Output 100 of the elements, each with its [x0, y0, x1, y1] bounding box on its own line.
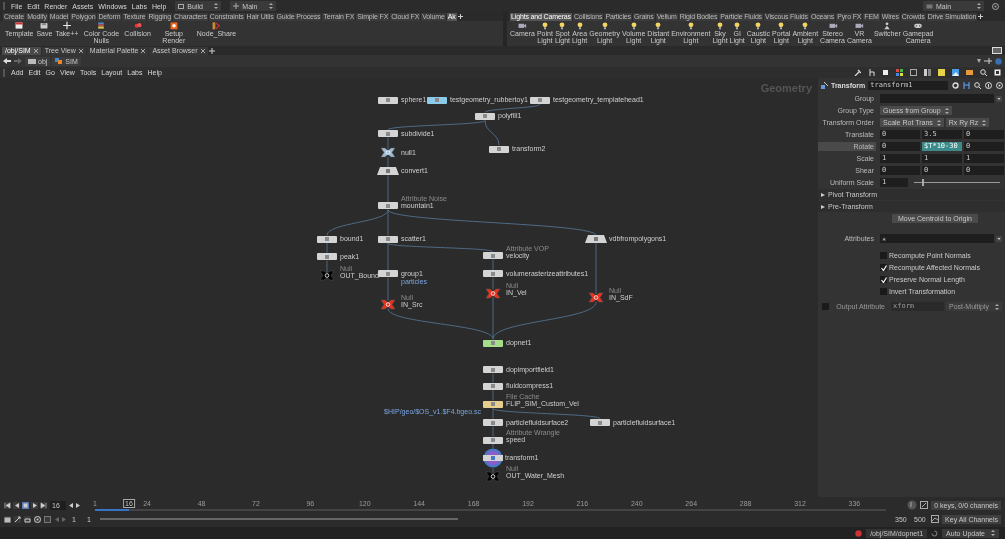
- desktop-icon: [926, 3, 933, 9]
- node-tile[interactable]: [530, 96, 550, 104]
- step-back-icon: [69, 502, 73, 508]
- node-tile[interactable]: [317, 253, 337, 261]
- layout-icon: [924, 69, 931, 76]
- render-icon: [168, 21, 179, 30]
- checkbox[interactable]: [880, 264, 887, 271]
- node-tile[interactable]: [317, 235, 337, 243]
- null-node[interactable]: [485, 470, 501, 482]
- slider-handle[interactable]: [921, 179, 924, 186]
- skip-start-icon[interactable]: [4, 501, 11, 509]
- node-tile[interactable]: [483, 436, 503, 444]
- refresh-icon: [931, 529, 939, 537]
- dropdown-arrows-icon: [982, 119, 987, 126]
- dropdown-arrows-icon: [214, 3, 219, 9]
- loop-icon[interactable]: [24, 515, 31, 523]
- node-tile[interactable]: [483, 366, 503, 374]
- close-icon: [33, 48, 38, 53]
- null-node[interactable]: [380, 299, 396, 311]
- node-wire: [492, 277, 494, 290]
- step-forward-icon: [62, 516, 67, 522]
- move-icon: [233, 3, 240, 9]
- node-wire: [387, 277, 389, 302]
- graph-icon: [931, 515, 940, 523]
- forward-arrow-icon: [14, 58, 22, 64]
- step-forward-icon: [76, 502, 80, 508]
- play-icon[interactable]: [31, 501, 38, 509]
- close-icon: [200, 48, 205, 53]
- search-icon: [974, 81, 981, 89]
- list-icon: [910, 69, 917, 76]
- folder-icon: [28, 58, 36, 64]
- checkbox[interactable]: [822, 303, 829, 310]
- audio-knob-icon: [907, 500, 918, 510]
- dropdown-icon: [977, 59, 981, 63]
- checkbox[interactable]: [880, 276, 887, 283]
- node-wire: [492, 467, 494, 473]
- globe-icon: [995, 57, 1002, 65]
- node-tile[interactable]: [378, 270, 398, 278]
- bulb-icon: [715, 21, 725, 30]
- stack-icon: [96, 21, 107, 30]
- step-back-icon: [54, 516, 59, 522]
- info-icon: [985, 81, 992, 89]
- add-tab-icon: [978, 14, 984, 19]
- node-tile[interactable]: [483, 382, 503, 390]
- node-tile[interactable]: [483, 419, 503, 427]
- node-wire: [492, 443, 494, 449]
- node-tile[interactable]: [489, 145, 509, 153]
- play-reverse-icon[interactable]: [13, 501, 20, 509]
- node-tile[interactable]: [483, 400, 503, 408]
- node-wire: [326, 242, 328, 254]
- pane-layout-icon: [992, 47, 1002, 54]
- node-tile[interactable]: [590, 419, 610, 427]
- node-wire: [387, 137, 389, 150]
- node-wire: [326, 260, 328, 273]
- node-tile[interactable]: [585, 235, 607, 244]
- help-icon: [996, 81, 1003, 89]
- box-icon: [966, 69, 973, 76]
- display-node[interactable]: [483, 448, 503, 469]
- node-tile[interactable]: [483, 270, 503, 278]
- tree-icon: [868, 69, 875, 76]
- gamepad-icon: [913, 21, 924, 30]
- error-icon: [855, 529, 863, 537]
- node-tile[interactable]: [378, 130, 398, 138]
- node-wire: [492, 373, 494, 383]
- close-icon: [78, 48, 83, 53]
- plus-icon: [61, 21, 72, 30]
- null-node[interactable]: [588, 292, 604, 304]
- add-tab-icon: [457, 14, 463, 19]
- wrench-icon: [854, 69, 861, 76]
- null-node[interactable]: [485, 287, 501, 299]
- null-node[interactable]: [319, 270, 335, 282]
- grip-icon: [3, 68, 6, 77]
- checkbox[interactable]: [880, 288, 887, 295]
- node-tile[interactable]: [483, 339, 503, 347]
- bracket-icon: [963, 81, 970, 89]
- node-tile[interactable]: [483, 252, 503, 260]
- search-icon: [980, 69, 987, 76]
- desktop-icon: [178, 3, 185, 9]
- null-node[interactable]: [380, 147, 396, 159]
- checkbox[interactable]: [880, 252, 887, 259]
- help-icon: [992, 2, 999, 10]
- gear-icon: [952, 81, 959, 89]
- skip-end-icon[interactable]: [40, 501, 47, 509]
- node-tile[interactable]: [475, 112, 495, 120]
- node-tile[interactable]: [378, 96, 398, 104]
- blob-icon: [132, 21, 143, 30]
- grid-icon: [896, 69, 903, 76]
- dropdown-arrows-icon: [269, 3, 274, 9]
- back-arrow-icon: [3, 58, 11, 64]
- image-icon: [952, 69, 959, 76]
- dropdown-arrows-icon: [936, 119, 941, 126]
- dropdown-arrows-icon: [944, 107, 949, 114]
- node-wire: [387, 174, 389, 203]
- node-tile[interactable]: [377, 167, 399, 176]
- node-tile[interactable]: [378, 202, 398, 210]
- node-tile[interactable]: [427, 96, 447, 104]
- dropdown-arrows-icon: [977, 3, 981, 9]
- stop-icon[interactable]: [22, 501, 29, 509]
- target-icon[interactable]: [34, 515, 41, 523]
- node-tile[interactable]: [378, 235, 398, 243]
